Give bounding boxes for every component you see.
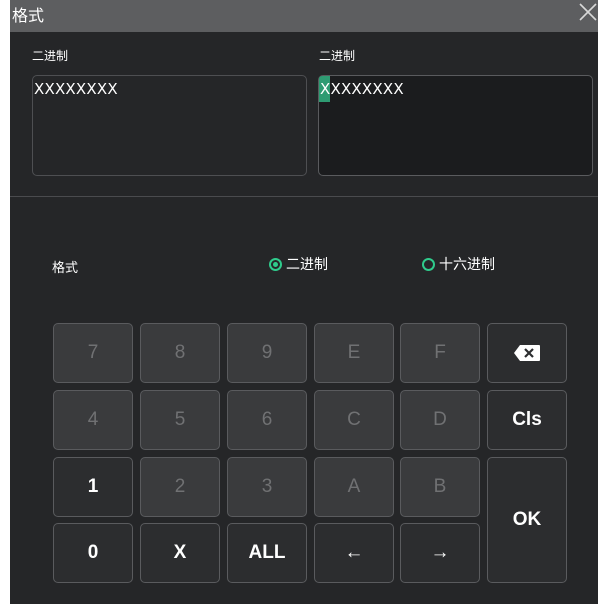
radio-unselected-icon [422, 257, 435, 271]
key-3[interactable]: 3 [227, 457, 307, 517]
clear-button[interactable]: Cls [487, 390, 567, 450]
key-f[interactable]: F [400, 323, 480, 383]
left-field-label: 二进制 [32, 49, 69, 63]
key-6[interactable]: 6 [227, 390, 307, 450]
dialog-title: 格式 [12, 6, 45, 25]
close-icon[interactable] [574, 0, 602, 28]
key-8[interactable]: 8 [140, 323, 220, 383]
ok-button[interactable]: OK [487, 457, 567, 583]
backspace-icon [514, 345, 540, 361]
key-x[interactable]: X [140, 523, 220, 583]
key-9[interactable]: 9 [227, 323, 307, 383]
key-0[interactable]: 0 [53, 523, 133, 583]
radio-binary[interactable]: 二进制 [269, 254, 328, 274]
key-b[interactable]: B [400, 457, 480, 517]
format-dialog: 格式 二进制 二进制 XXXXXXXX XXXXXXXX 格式 二进制 十六进制… [10, 0, 598, 604]
key-5[interactable]: 5 [140, 390, 220, 450]
backspace-button[interactable] [487, 323, 567, 383]
right-value-field[interactable]: XXXXXXXX [318, 75, 593, 176]
radio-selected-icon [269, 257, 282, 271]
key-a[interactable]: A [314, 457, 394, 517]
all-button[interactable]: ALL [227, 523, 307, 583]
left-value-field[interactable]: XXXXXXXX [32, 75, 307, 176]
right-value-text: XXXXXXXX [320, 80, 404, 98]
right-field-label: 二进制 [319, 49, 356, 63]
key-e[interactable]: E [314, 323, 394, 383]
key-c[interactable]: C [314, 390, 394, 450]
right-arrow-button[interactable]: → [400, 523, 480, 583]
key-d[interactable]: D [400, 390, 480, 450]
key-4[interactable]: 4 [53, 390, 133, 450]
left-arrow-button[interactable]: ← [314, 523, 394, 583]
radio-hex-label: 十六进制 [439, 257, 495, 273]
divider [10, 196, 598, 197]
key-7[interactable]: 7 [53, 323, 133, 383]
format-label: 格式 [52, 261, 79, 276]
left-value-text: XXXXXXXX [34, 80, 118, 98]
key-1[interactable]: 1 [53, 457, 133, 517]
title-bar: 格式 [10, 0, 598, 32]
radio-binary-label: 二进制 [286, 257, 328, 273]
key-2[interactable]: 2 [140, 457, 220, 517]
radio-hex[interactable]: 十六进制 [422, 254, 495, 274]
